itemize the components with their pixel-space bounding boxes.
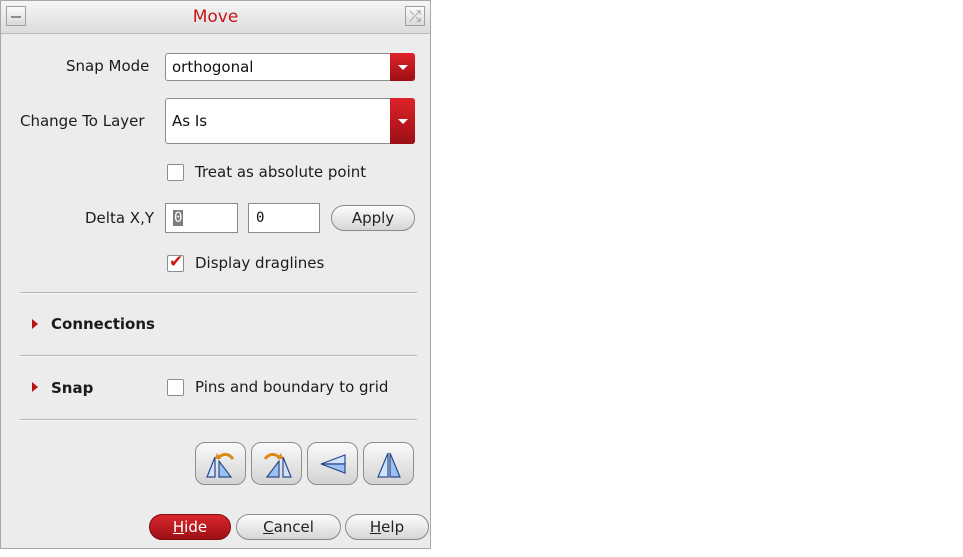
draglines-label: Display draglines (195, 254, 325, 272)
cancel-mnemonic: C (263, 518, 274, 536)
snap-mode-select[interactable]: orthogonal (165, 53, 415, 81)
window-title: Move (192, 7, 239, 27)
close-button[interactable]: ⤮ (405, 6, 425, 26)
pins-to-grid-checkbox[interactable] (167, 379, 184, 396)
change-layer-select[interactable]: As Is (165, 98, 415, 144)
delta-label: Delta X,Y (85, 209, 154, 227)
pins-to-grid-label: Pins and boundary to grid (195, 378, 389, 396)
connections-section-label[interactable]: Connections (51, 315, 155, 333)
separator (20, 292, 417, 294)
checkmark-icon: ✔ (169, 252, 184, 272)
flip-horizontal-icon (377, 452, 401, 478)
snap-mode-label: Snap Mode (66, 57, 150, 75)
snap-section-label[interactable]: Snap (51, 379, 93, 397)
absolute-point-checkbox[interactable] (167, 164, 184, 181)
chevron-down-icon (397, 118, 408, 124)
title-bar: Move ⤮ (1, 1, 430, 34)
delta-y-input[interactable]: 0 (248, 203, 320, 233)
hide-button[interactable]: Hide (149, 514, 231, 540)
flip-vertical-icon (320, 454, 346, 474)
delta-x-value: 0 (173, 210, 184, 226)
rotate-right-button[interactable] (251, 442, 302, 485)
cancel-button[interactable]: Cancel (236, 514, 341, 540)
change-layer-value: As Is (172, 112, 208, 130)
help-label-rest: elp (381, 518, 405, 536)
chevron-down-icon (397, 64, 408, 70)
draglines-checkbox[interactable]: ✔ (167, 252, 184, 272)
snap-mode-dropdown-button[interactable] (390, 53, 415, 81)
rotate-left-icon (206, 452, 235, 478)
rotate-left-button[interactable] (195, 442, 246, 485)
help-mnemonic: H (369, 518, 382, 536)
snap-mode-value: orthogonal (172, 58, 254, 76)
cancel-label-rest: ancel (273, 518, 314, 536)
move-dialog: Move ⤮ Snap Mode orthogonal Change To La… (0, 0, 431, 549)
apply-button[interactable]: Apply (331, 205, 415, 231)
help-button[interactable]: Help (345, 514, 429, 540)
expand-arrow-icon[interactable] (32, 319, 38, 329)
expand-arrow-icon[interactable] (32, 382, 38, 392)
flip-horizontal-button[interactable] (363, 442, 414, 485)
absolute-point-label: Treat as absolute point (195, 163, 367, 181)
hide-label-rest: ide (184, 518, 208, 536)
separator (20, 419, 417, 421)
rotate-right-icon (263, 452, 292, 478)
close-icon: ⤮ (408, 7, 421, 25)
delta-y-value: 0 (256, 210, 265, 226)
hide-mnemonic: H (172, 518, 185, 536)
separator (20, 355, 417, 357)
delta-x-input[interactable]: 0 (165, 203, 238, 233)
change-layer-label: Change To Layer (20, 112, 145, 130)
change-layer-dropdown-button[interactable] (390, 98, 415, 144)
flip-vertical-button[interactable] (307, 442, 358, 485)
